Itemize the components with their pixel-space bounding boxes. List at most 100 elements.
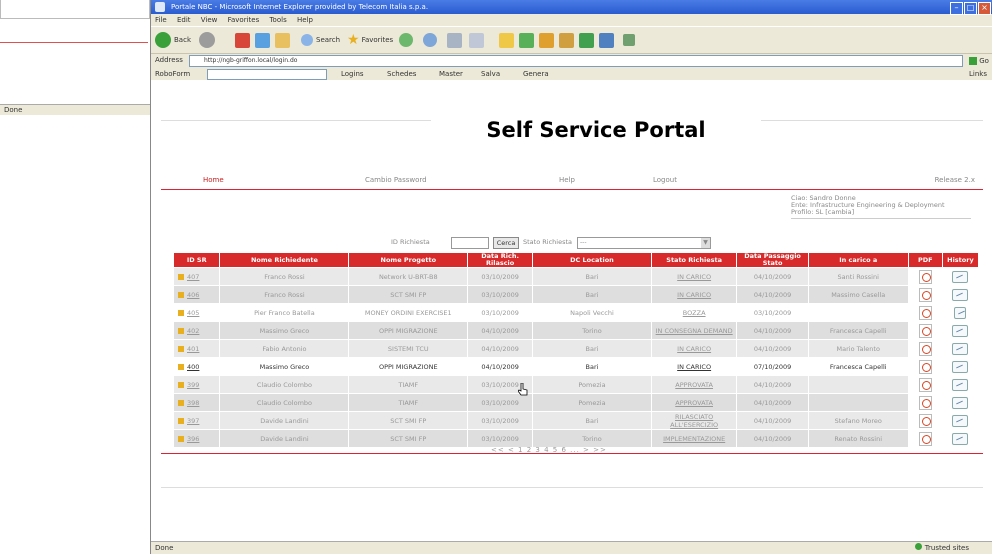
roboform-label[interactable]: RoboForm	[155, 67, 190, 81]
roboform-logins[interactable]: Logins	[341, 67, 364, 81]
col-in-carico-a[interactable]: In carico a	[808, 253, 908, 267]
sr-id-link[interactable]: 400	[187, 363, 199, 371]
edit-icon[interactable]	[178, 417, 184, 424]
cell-stato[interactable]: IMPLEMENTAZIONE	[651, 430, 737, 447]
mail-button[interactable]	[423, 31, 437, 49]
menu-view[interactable]: View	[201, 16, 218, 24]
sr-id-link[interactable]: 402	[187, 327, 199, 335]
forward-button[interactable]	[199, 31, 215, 49]
table-row[interactable]: 405 Pier Franco Batella MONEY ORDINI EXERC…	[174, 304, 978, 321]
history-icon[interactable]	[954, 306, 967, 319]
table-row[interactable]: 398 Claudio Colombo TIAMF 03/10/2009 Pomezia…	[174, 394, 978, 411]
history-icon[interactable]	[952, 360, 969, 373]
maximize-icon[interactable]: □	[964, 2, 977, 15]
edit-icon[interactable]	[178, 399, 184, 406]
cell-stato[interactable]: IN CONSEGNA DEMAND	[651, 322, 737, 339]
stop-button[interactable]	[235, 31, 250, 49]
search-button[interactable]: Search	[301, 31, 340, 49]
sr-id-link[interactable]: 406	[187, 291, 199, 299]
tool-button-2[interactable]	[539, 31, 554, 49]
minimize-icon[interactable]: –	[950, 2, 963, 15]
edit-icon[interactable]	[178, 435, 184, 442]
cell-stato[interactable]: BOZZA	[651, 304, 737, 321]
col-data-rich-rilascio[interactable]: Data Rich. Rilascio	[468, 253, 533, 267]
go-button[interactable]: Go	[969, 55, 989, 65]
pdf-icon[interactable]	[918, 341, 932, 356]
links-label[interactable]: Links	[969, 67, 987, 81]
history-icon[interactable]	[952, 432, 969, 445]
pdf-icon[interactable]	[918, 287, 932, 302]
cell-stato-text[interactable]: IN CARICO	[677, 363, 711, 371]
edit-icon[interactable]	[178, 291, 184, 298]
cell-stato-text[interactable]: IN CARICO	[677, 273, 711, 281]
col-id-sr[interactable]: ID SR	[174, 253, 220, 267]
sr-id-link[interactable]: 398	[187, 399, 199, 407]
cell-stato[interactable]: APPROVATA	[651, 376, 737, 393]
stato-richiesta-select[interactable]: --- ▼	[577, 237, 711, 249]
col-stato-richiesta[interactable]: Stato Richiesta	[651, 253, 737, 267]
cell-stato-text[interactable]: IMPLEMENTAZIONE	[663, 435, 725, 443]
edit-icon[interactable]	[178, 309, 184, 316]
tool-button-3[interactable]	[559, 31, 574, 49]
col-dc-location[interactable]: DC Location	[533, 253, 651, 267]
col-nome-richiedente[interactable]: Nome Richiedente	[220, 253, 349, 267]
cell-stato[interactable]: APPROVATA	[651, 394, 737, 411]
cell-stato[interactable]: IN CARICO	[651, 358, 737, 375]
cell-stato-text[interactable]: APPROVATA	[675, 381, 713, 389]
cell-stato[interactable]: RILASCIATO ALL'ESERCIZIO	[651, 412, 737, 429]
table-row[interactable]: 400 Massimo Greco OPPI MIGRAZIONE 04/10/200…	[174, 358, 978, 375]
pdf-icon[interactable]	[918, 359, 932, 374]
nav-logout[interactable]: Logout	[653, 176, 677, 184]
id-richiesta-input[interactable]	[451, 237, 489, 249]
cell-stato[interactable]: IN CARICO	[651, 286, 737, 303]
history-icon[interactable]	[952, 378, 969, 391]
sr-id-link[interactable]: 401	[187, 345, 199, 353]
cerca-button[interactable]: Cerca	[493, 237, 519, 249]
menu-edit[interactable]: Edit	[177, 16, 191, 24]
roboform-master[interactable]: Master	[439, 67, 463, 81]
back-button[interactable]: Back	[155, 31, 191, 49]
edit-button[interactable]	[469, 31, 484, 49]
sr-id-link[interactable]: 396	[187, 435, 199, 443]
tool-button-4[interactable]	[579, 31, 594, 49]
pdf-icon[interactable]	[918, 413, 932, 428]
folder-button[interactable]	[499, 31, 514, 49]
cell-stato-text[interactable]: IN CONSEGNA DEMAND	[656, 327, 733, 335]
home-button[interactable]	[275, 31, 290, 49]
tool-button-6[interactable]	[623, 31, 635, 49]
pdf-icon[interactable]	[918, 395, 932, 410]
sr-id-link[interactable]: 397	[187, 417, 199, 425]
table-row[interactable]: 396 Davide Landini SCT SMI FP 03/10/2009 Tor…	[174, 430, 978, 447]
pdf-icon[interactable]	[918, 269, 932, 284]
edit-icon[interactable]	[178, 345, 184, 352]
pdf-icon[interactable]	[918, 431, 932, 446]
table-row[interactable]: 397 Davide Landini SCT SMI FP 03/10/2009 Bar…	[174, 412, 978, 429]
pdf-icon[interactable]	[918, 377, 932, 392]
menu-favorites[interactable]: Favorites	[228, 16, 260, 24]
cell-stato-text[interactable]: IN CARICO	[677, 291, 711, 299]
sr-id-link[interactable]: 407	[187, 273, 199, 281]
sr-id-link[interactable]: 405	[187, 309, 199, 317]
history-icon[interactable]	[952, 342, 969, 355]
roboform-schedes[interactable]: Schedes	[387, 67, 416, 81]
table-row[interactable]: 402 Massimo Greco OPPI MIGRAZIONE 04/10/200…	[174, 322, 978, 339]
nav-help[interactable]: Help	[559, 176, 575, 184]
tool-button-1[interactable]	[519, 31, 534, 49]
favorites-button[interactable]: ★ Favorites	[347, 31, 393, 49]
col-data-passaggio-stato[interactable]: Data Passaggio Stato	[737, 253, 808, 267]
address-input[interactable]: http://ngb-griffon.local/login.do	[189, 55, 963, 67]
roboform-combo[interactable]	[207, 69, 327, 80]
edit-icon[interactable]	[178, 381, 184, 388]
menu-tools[interactable]: Tools	[269, 16, 286, 24]
table-row[interactable]: 399 Claudio Colombo TIAMF 03/10/2009 Pomezia…	[174, 376, 978, 393]
cell-stato[interactable]: IN CARICO	[651, 268, 737, 285]
close-icon[interactable]: ×	[978, 2, 991, 15]
print-button[interactable]	[447, 31, 462, 49]
sr-id-link[interactable]: 399	[187, 381, 199, 389]
cell-stato-text[interactable]: IN CARICO	[677, 345, 711, 353]
cell-stato[interactable]: IN CARICO	[651, 340, 737, 357]
pdf-icon[interactable]	[918, 323, 932, 338]
table-row[interactable]: 406 Franco Rossi SCT SMI FP 03/10/2009 Bari I…	[174, 286, 978, 303]
cell-stato-text[interactable]: BOZZA	[683, 309, 706, 317]
edit-icon[interactable]	[178, 273, 184, 280]
